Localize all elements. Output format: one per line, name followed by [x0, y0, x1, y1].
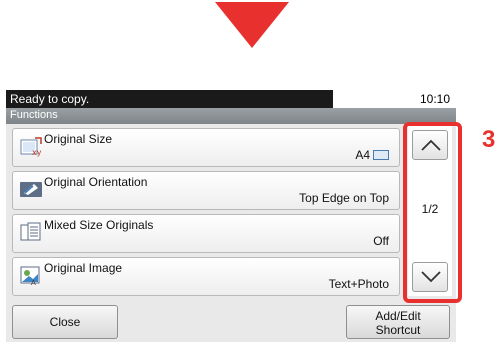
original-size-icon: xy	[19, 135, 43, 157]
paper-landscape-icon	[373, 150, 389, 160]
clock: 10:10	[339, 90, 456, 108]
status-bar: Ready to copy. 10:10	[6, 90, 456, 108]
orientation-icon	[19, 178, 43, 200]
step-number: 3	[482, 126, 496, 153]
add-edit-shortcut-button[interactable]: Add/Edit Shortcut	[346, 305, 450, 339]
function-row-original-orientation[interactable]: Original Orientation Top Edge on Top	[12, 171, 400, 210]
down-arrow-marker	[215, 2, 289, 48]
function-value: Off	[373, 234, 389, 248]
scroll-highlight-frame	[403, 122, 462, 303]
function-label: Original Orientation	[44, 175, 148, 189]
add-edit-label-line2: Shortcut	[375, 323, 421, 337]
function-value: A4	[355, 148, 389, 162]
section-title-bar: Functions	[6, 108, 456, 124]
svg-text:xy: xy	[32, 148, 42, 157]
mixed-size-icon	[19, 221, 43, 243]
section-title: Functions	[10, 109, 58, 121]
copy-functions-panel: Ready to copy. 10:10 Functions xy Origin…	[6, 90, 456, 342]
original-image-icon: A	[19, 264, 43, 287]
function-row-mixed-size-originals[interactable]: Mixed Size Originals Off	[12, 214, 400, 253]
function-label: Mixed Size Originals	[44, 218, 154, 232]
add-edit-label-line1: Add/Edit	[375, 309, 421, 323]
function-row-original-image[interactable]: A Original Image Text+Photo	[12, 257, 400, 296]
function-label: Original Image	[44, 261, 123, 275]
function-value: Top Edge on Top	[299, 191, 389, 205]
close-button[interactable]: Close	[12, 305, 118, 339]
function-row-original-size[interactable]: xy Original Size A4	[12, 128, 400, 167]
function-label: Original Size	[44, 132, 113, 146]
svg-text:A: A	[31, 279, 36, 286]
status-message: Ready to copy.	[10, 92, 90, 106]
close-button-label: Close	[49, 315, 81, 329]
clock-time: 10:10	[419, 92, 450, 106]
function-value: Text+Photo	[328, 277, 389, 291]
